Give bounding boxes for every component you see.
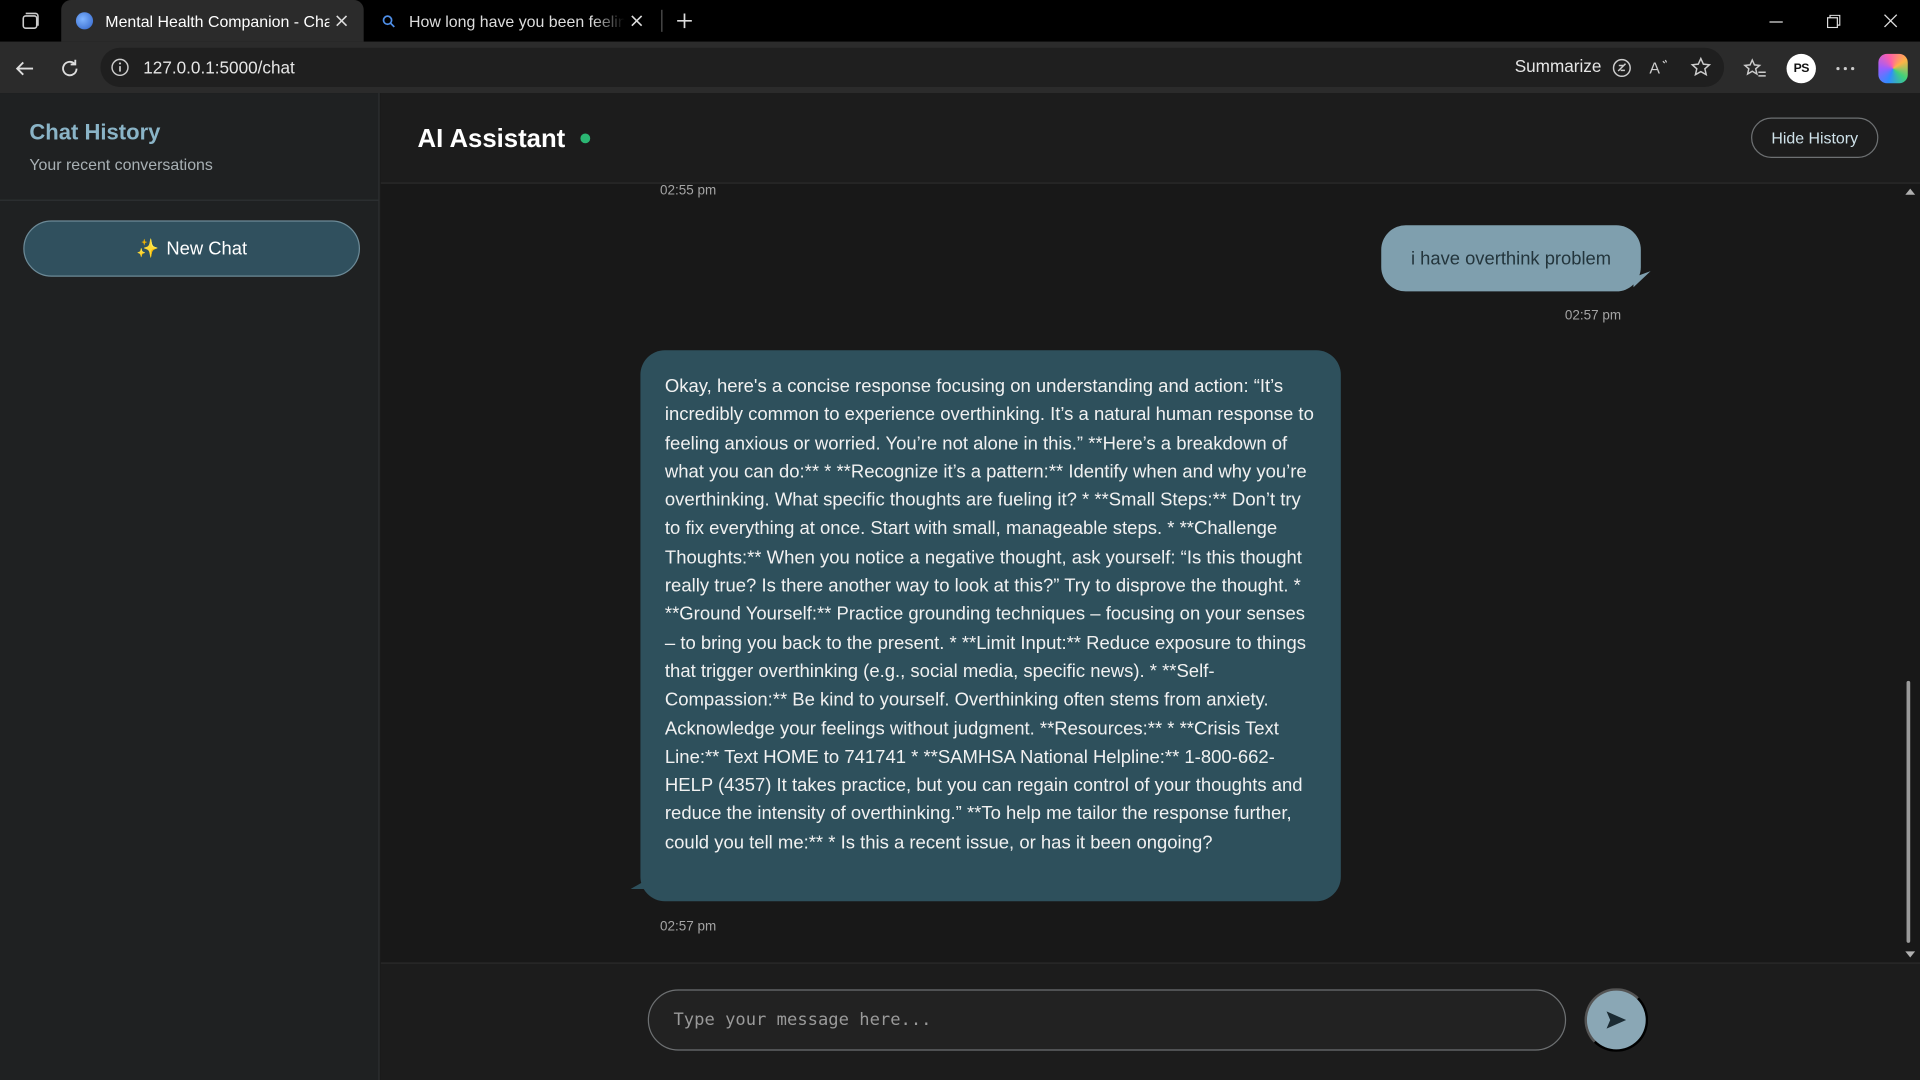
close-tab-icon[interactable] [624, 9, 648, 33]
back-arrow-icon[interactable] [7, 51, 41, 85]
search-icon [380, 12, 397, 29]
sidebar-header: Chat History Your recent conversations [0, 93, 379, 201]
online-status-dot [580, 133, 591, 144]
message-timestamp: 02:57 pm [1564, 308, 1622, 324]
scrollbar-thumb[interactable] [1906, 680, 1911, 943]
assistant-message-bubble: Okay, here's a concise response focusing… [630, 350, 1341, 902]
close-window-icon[interactable] [1862, 0, 1918, 42]
browser-toolbar: 127.0.0.1:5000/chat Summarize A PS [0, 41, 1920, 94]
assistant-title: AI Assistant [417, 124, 566, 154]
chat-history-sidebar: Chat History Your recent conversations ✨… [0, 93, 380, 1080]
message-input[interactable] [647, 989, 1567, 1051]
favorites-collection-icon[interactable] [1738, 51, 1772, 85]
sidebar-subtitle: Your recent conversations [29, 155, 213, 174]
minimize-icon[interactable] [1747, 0, 1803, 42]
browser-tab-bar: Mental Health Companion - Chat How long … [0, 0, 1920, 42]
message-list[interactable]: 02:55 pm i have overthink problem 02:57 … [381, 184, 1920, 963]
read-aloud-icon[interactable]: A [1648, 55, 1672, 79]
scroll-down-arrow-icon[interactable] [1905, 951, 1916, 958]
scroll-up-arrow-icon[interactable] [1905, 188, 1916, 195]
sidebar-title: Chat History [29, 120, 161, 145]
browser-tab[interactable]: How long have you been feeling t [365, 0, 659, 42]
send-button[interactable] [1584, 988, 1649, 1052]
new-chat-button[interactable]: ✨ New Chat [23, 220, 361, 277]
sparkle-icon: ✨ [136, 238, 160, 260]
summarize-button[interactable]: Summarize [1515, 56, 1602, 76]
site-favicon-icon [75, 12, 94, 30]
new-tab-icon[interactable] [669, 5, 701, 37]
hide-history-button[interactable]: Hide History [1751, 117, 1879, 158]
restore-icon[interactable] [1805, 0, 1861, 42]
favorite-star-icon[interactable] [1689, 55, 1713, 79]
chat-header: AI Assistant Hide History [380, 93, 1920, 184]
tab-title: Mental Health Companion - Chat [105, 11, 330, 31]
close-tab-icon[interactable] [329, 9, 353, 33]
tab-title: How long have you been feeling t [408, 11, 625, 31]
tab-actions-icon[interactable] [15, 6, 47, 35]
chat-main: AI Assistant Hide History 02:55 pm i hav… [380, 93, 1920, 1080]
send-icon [1606, 1011, 1627, 1029]
browser-tab-active[interactable]: Mental Health Companion - Chat [61, 0, 364, 42]
refresh-icon[interactable] [53, 51, 87, 85]
svg-text:A: A [1649, 60, 1660, 77]
url-text[interactable]: 127.0.0.1:5000/chat [143, 58, 295, 78]
chat-app: Chat History Your recent conversations ✨… [0, 93, 1920, 1080]
copilot-icon[interactable] [1878, 53, 1908, 84]
more-options-icon[interactable] [1828, 51, 1862, 85]
site-info-icon[interactable] [110, 58, 130, 78]
summarize-icon[interactable] [1609, 55, 1633, 79]
tab-divider [661, 9, 663, 32]
message-timestamp: 02:57 pm [660, 919, 717, 935]
user-message-bubble: i have overthink problem [1381, 225, 1641, 292]
message-composer [380, 962, 1920, 1080]
new-chat-label: New Chat [166, 238, 248, 259]
message-timestamp: 02:55 pm [660, 183, 717, 199]
message-scrollbar[interactable] [1900, 184, 1920, 963]
address-bar[interactable]: 127.0.0.1:5000/chat Summarize A [100, 47, 1725, 87]
profile-avatar[interactable]: PS [1786, 53, 1816, 84]
